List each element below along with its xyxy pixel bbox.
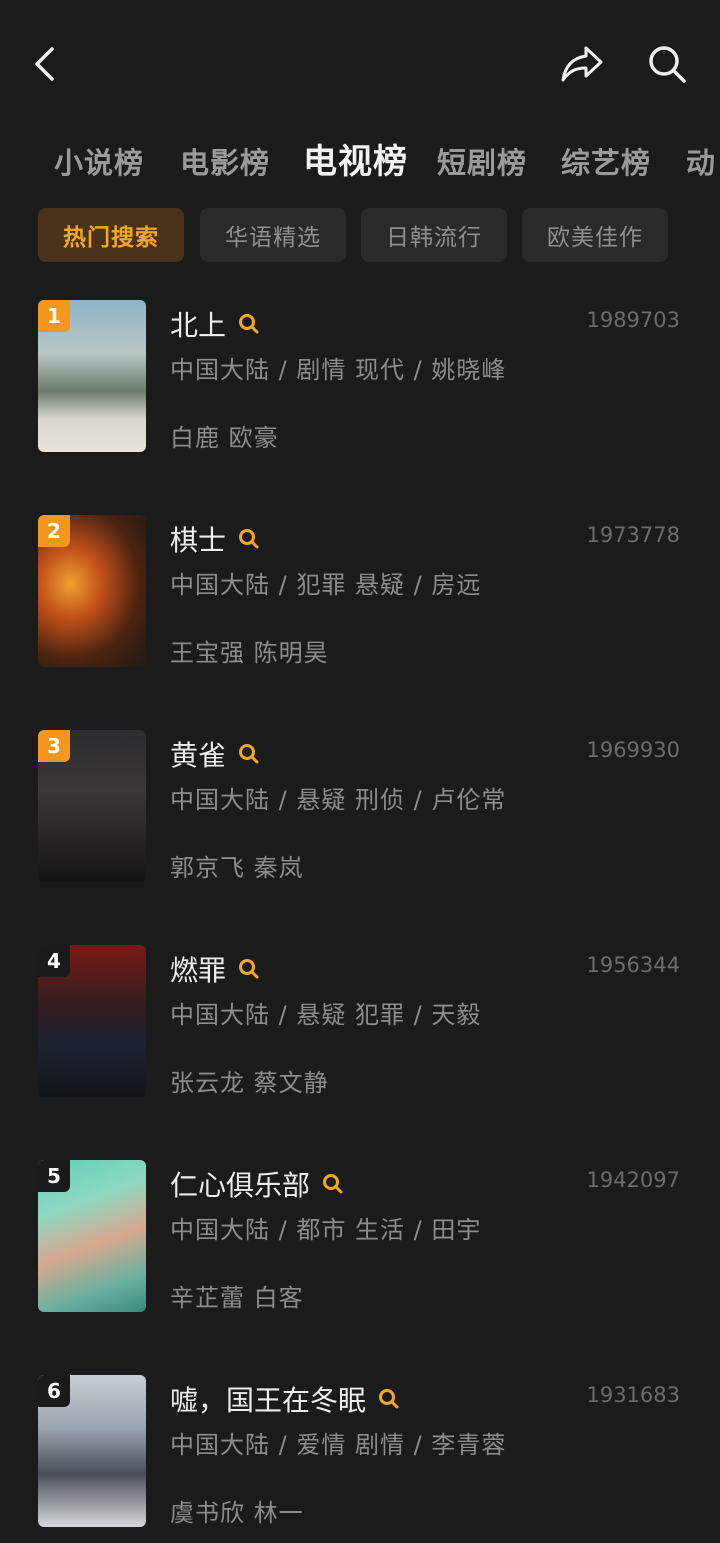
- chip-hot-search[interactable]: 热门搜索: [38, 208, 184, 262]
- poster-image: 2: [38, 515, 146, 667]
- tab-next[interactable]: 动: [686, 140, 716, 182]
- filter-chips: 热门搜索 华语精选 日韩流行 欧美佳作: [0, 208, 720, 264]
- item-cast: 张云龙 蔡文静: [170, 1069, 329, 1097]
- chevron-left-icon: [35, 47, 54, 81]
- search-icon[interactable]: [238, 743, 260, 765]
- search-icon[interactable]: [238, 528, 260, 550]
- score: 1973778: [586, 523, 680, 547]
- rank-badge: 1: [38, 300, 70, 332]
- share-icon: [561, 46, 603, 82]
- list-item[interactable]: 4 燃罪 1956344 中国大陆 / 悬疑 犯罪 / 天毅 张云龙 蔡文静: [0, 945, 720, 1105]
- item-title: 燃罪: [170, 954, 227, 987]
- search-icon[interactable]: [322, 1173, 344, 1195]
- item-cast: 白鹿 欧豪: [170, 424, 279, 452]
- list-item[interactable]: 1 北上 1989703 中国大陆 / 剧情 现代 / 姚晓峰 白鹿 欧豪: [0, 300, 720, 460]
- poster-image: 1: [38, 300, 146, 452]
- tab-tv[interactable]: 电视榜: [303, 134, 408, 183]
- item-title: 嘘，国王在冬眠: [170, 1384, 367, 1417]
- share-button[interactable]: [556, 40, 608, 88]
- item-cast: 辛芷蕾 白客: [170, 1284, 304, 1312]
- category-tabs: 小说榜 电影榜 电视榜 短剧榜 综艺榜 动: [0, 132, 720, 196]
- list-item[interactable]: 2 棋士 1973778 中国大陆 / 犯罪 悬疑 / 房远 王宝强 陈明昊: [0, 515, 720, 675]
- item-title: 棋士: [170, 524, 227, 557]
- list-item[interactable]: 6 嘘，国王在冬眠 1931683 中国大陆 / 爱情 剧情 / 李青蓉 虞书欣…: [0, 1375, 720, 1535]
- tab-variety[interactable]: 综艺榜: [561, 140, 651, 182]
- top-bar: [0, 0, 720, 120]
- tab-movie[interactable]: 电影榜: [180, 140, 270, 182]
- search-button[interactable]: [642, 40, 692, 88]
- item-title: 黄雀: [170, 739, 227, 772]
- search-icon: [649, 46, 686, 83]
- chip-jp-kr-popular[interactable]: 日韩流行: [361, 208, 507, 262]
- score: 1931683: [586, 1383, 680, 1407]
- chip-chinese-picks[interactable]: 华语精选: [200, 208, 346, 262]
- item-cast: 郭京飞 秦岚: [170, 854, 304, 882]
- tab-novel[interactable]: 小说榜: [54, 140, 144, 182]
- chip-western-best[interactable]: 欧美佳作: [522, 208, 668, 262]
- rank-badge: 4: [38, 945, 70, 977]
- list-item[interactable]: 3 黄雀 1969930 中国大陆 / 悬疑 刑侦 / 卢伦常 郭京飞 秦岚: [0, 730, 720, 890]
- search-icon[interactable]: [238, 958, 260, 980]
- item-meta: 中国大陆 / 犯罪 悬疑 / 房远: [170, 571, 482, 599]
- score: 1989703: [586, 308, 680, 332]
- rank-badge: 2: [38, 515, 70, 547]
- poster-image: 3: [38, 730, 146, 882]
- search-icon[interactable]: [378, 1388, 400, 1410]
- score: 1969930: [586, 738, 680, 762]
- list-item[interactable]: 5 仁心俱乐部 1942097 中国大陆 / 都市 生活 / 田宇 辛芷蕾 白客: [0, 1160, 720, 1320]
- item-meta: 中国大陆 / 悬疑 犯罪 / 天毅: [170, 1001, 482, 1029]
- item-meta: 中国大陆 / 爱情 剧情 / 李青蓉: [170, 1431, 507, 1459]
- poster-image: 5: [38, 1160, 146, 1312]
- poster-image: 6: [38, 1375, 146, 1527]
- item-meta: 中国大陆 / 都市 生活 / 田宇: [170, 1216, 482, 1244]
- item-title: 仁心俱乐部: [170, 1169, 311, 1202]
- item-meta: 中国大陆 / 剧情 现代 / 姚晓峰: [170, 356, 507, 384]
- score: 1956344: [586, 953, 680, 977]
- item-meta: 中国大陆 / 悬疑 刑侦 / 卢伦常: [170, 786, 507, 814]
- score: 1942097: [586, 1168, 680, 1192]
- rank-badge: 6: [38, 1375, 70, 1407]
- item-cast: 王宝强 陈明昊: [170, 639, 329, 667]
- back-button[interactable]: [22, 40, 66, 88]
- poster-image: 4: [38, 945, 146, 1097]
- item-title: 北上: [170, 309, 227, 342]
- tab-short-drama[interactable]: 短剧榜: [437, 140, 527, 182]
- rank-badge: 5: [38, 1160, 70, 1192]
- item-cast: 虞书欣 林一: [170, 1499, 304, 1527]
- search-icon[interactable]: [238, 313, 260, 335]
- rank-badge: 3: [38, 730, 70, 762]
